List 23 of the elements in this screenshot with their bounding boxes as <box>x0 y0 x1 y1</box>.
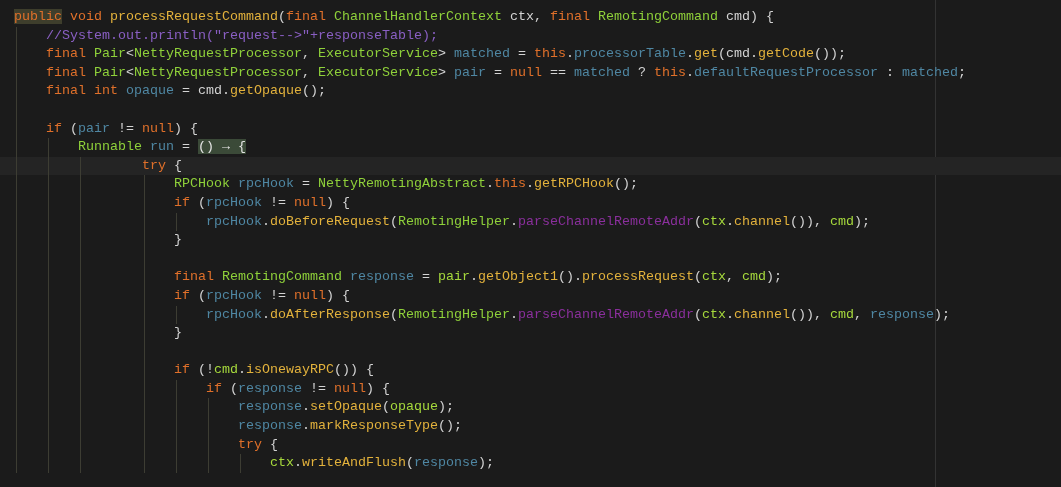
code-line: final int opaque = cmd.getOpaque(); <box>45 82 326 101</box>
code-line: if (response != null) { <box>204 379 390 398</box>
code-line: public void processRequestCommand(final ChannelHandlerContext ctx, final RemotingCommand cmd) { <box>14 8 774 26</box>
code-line: if (rpcHook != null) { <box>172 286 350 305</box>
code-line: //System.out.println("request-->"+responseTable); <box>45 26 438 45</box>
code-line: response.setOpaque(opaque); <box>236 398 454 417</box>
code-line: Runnable run = () → { <box>77 138 246 157</box>
code-line: final Pair<NettyRequestProcessor, ExecutorService> matched = this.processorTable.get(cmd.getCode()); <box>45 45 846 64</box>
code-line: if (rpcHook != null) { <box>172 193 350 212</box>
code-line: } <box>172 324 182 343</box>
code-line: final Pair<NettyRequestProcessor, ExecutorService> pair = null == matched ? this.defaultRequestProcessor : matched; <box>45 63 966 82</box>
code-line: response.markResponseType(); <box>236 417 462 436</box>
code-line: try { <box>236 435 278 454</box>
code-line: if (pair != null) { <box>45 119 198 138</box>
code-line: rpcHook.doBeforeRequest(RemotingHelper.parseChannelRemoteAddr(ctx.channel()), cmd); <box>204 212 870 231</box>
code-line: RPCHook rpcHook = NettyRemotingAbstract.this.getRPCHook(); <box>172 175 638 194</box>
code-editor[interactable] <box>0 0 1061 487</box>
code-line: final RemotingCommand response = pair.getObject1().processRequest(ctx, cmd); <box>172 268 782 287</box>
code-line: } <box>172 231 182 250</box>
code-line: if (!cmd.isOnewayRPC()) { <box>172 361 374 380</box>
code-line: try { <box>140 156 182 175</box>
code-line: ctx.writeAndFlush(response); <box>268 454 494 473</box>
code-line: rpcHook.doAfterResponse(RemotingHelper.parseChannelRemoteAddr(ctx.channel()), cmd, response); <box>204 305 950 324</box>
